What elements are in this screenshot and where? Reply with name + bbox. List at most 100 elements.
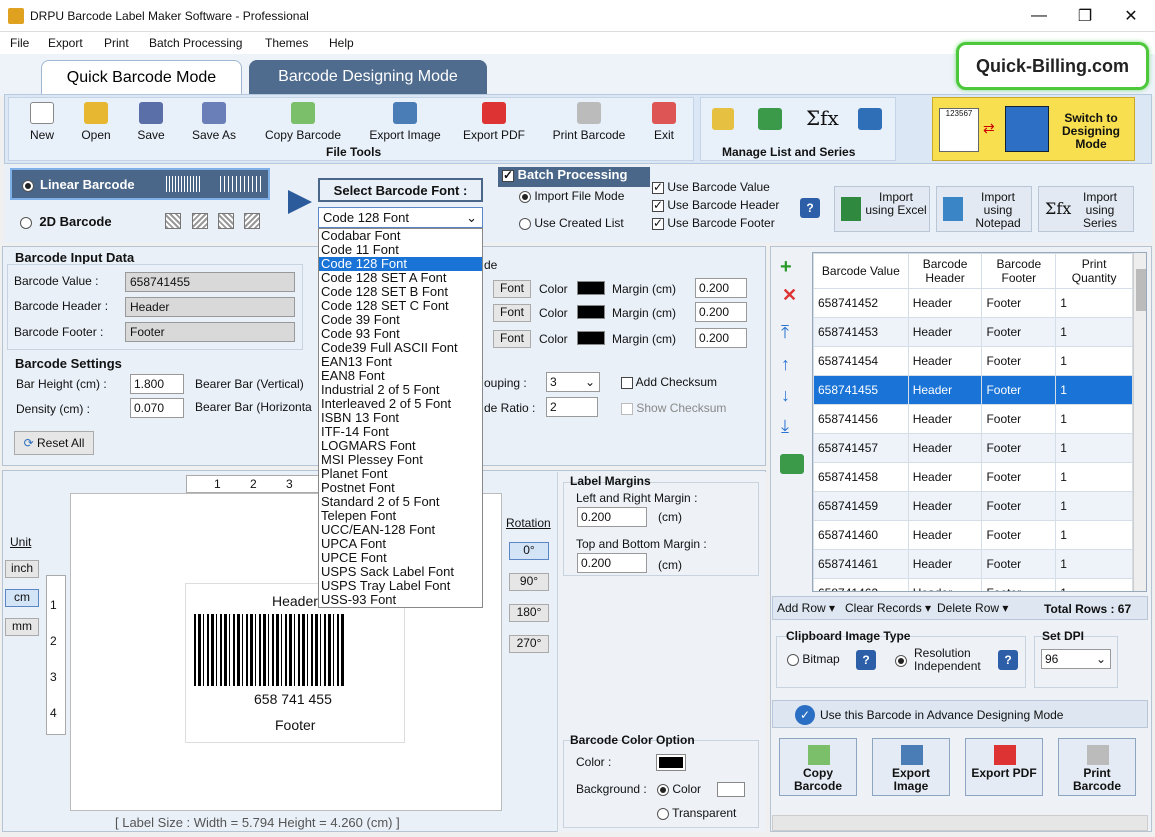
table-cell[interactable]: Footer <box>981 404 1057 434</box>
footer-margin-spinner[interactable]: 0.200 <box>695 328 747 348</box>
font-option[interactable]: Code39 Full ASCII Font <box>319 341 482 355</box>
table-cell[interactable]: Header <box>907 375 983 405</box>
table-cell[interactable]: 658741452 <box>813 288 909 318</box>
tab-quick-barcode-mode[interactable]: Quick Barcode Mode <box>41 60 242 94</box>
save-as-button[interactable]: Save As <box>186 102 242 142</box>
open-button[interactable]: Open <box>74 102 118 142</box>
bitmap-option[interactable]: Bitmap <box>787 652 840 666</box>
bitmap-help-icon[interactable]: ? <box>856 650 876 670</box>
font-option[interactable]: Code 128 SET B Font <box>319 285 482 299</box>
export-pdf-bottom-button[interactable]: Export PDF <box>965 738 1043 796</box>
save-button[interactable]: Save <box>130 102 172 142</box>
font-option[interactable]: UCC/EAN-128 Font <box>319 523 482 537</box>
table-cell[interactable]: Footer <box>981 433 1057 463</box>
table-cell[interactable]: 1 <box>1055 346 1133 376</box>
print-barcode-button[interactable]: Print Barcode <box>546 102 632 142</box>
font-option[interactable]: EAN13 Font <box>319 355 482 369</box>
table-cell[interactable]: 1 <box>1055 433 1133 463</box>
print-barcode-bottom-button[interactable]: Print Barcode <box>1058 738 1136 796</box>
table-cell[interactable]: Footer <box>981 288 1057 318</box>
value-margin-spinner[interactable]: 0.200 <box>695 278 747 298</box>
table-cell[interactable]: 658741454 <box>813 346 909 376</box>
header-font-button[interactable]: Font <box>493 304 531 322</box>
menu-batch-processing[interactable]: Batch Processing <box>149 36 242 50</box>
add-checksum-checkbox[interactable] <box>621 376 633 389</box>
rotation-0-button[interactable]: 0° <box>509 542 549 560</box>
export-list-icon[interactable] <box>780 454 804 474</box>
delete-icon[interactable]: ✕ <box>782 285 797 306</box>
background-color-swatch[interactable] <box>717 782 745 797</box>
header-color-swatch[interactable] <box>577 305 605 319</box>
font-option[interactable]: Standard 2 of 5 Font <box>319 495 482 509</box>
table-cell[interactable]: Header <box>907 549 983 579</box>
font-option[interactable]: ITF-14 Font <box>319 425 482 439</box>
table-row[interactable]: 658741455 Header Footer 1 <box>813 375 1133 405</box>
unit-mm-button[interactable]: mm <box>5 618 39 636</box>
font-option[interactable]: USPS Tray Label Font <box>319 579 482 593</box>
table-row[interactable]: 658741459 Header Footer 1 <box>813 491 1133 521</box>
linear-radio[interactable] <box>22 179 34 192</box>
unit-cm-button[interactable]: cm <box>5 589 39 607</box>
font-option[interactable]: Code 39 Font <box>319 313 482 327</box>
table-cell[interactable]: 658741461 <box>813 549 909 579</box>
barcode-font-list[interactable]: Codabar Font Code 11 Font Code 128 Font Cod… <box>318 228 483 608</box>
table-cell[interactable]: 1 <box>1055 317 1133 347</box>
maximize-button[interactable]: ❐ <box>1062 0 1108 32</box>
table-cell[interactable]: Footer <box>981 317 1057 347</box>
import-file-mode-option[interactable]: Import File Mode <box>519 189 624 203</box>
menu-themes[interactable]: Themes <box>265 36 308 50</box>
switch-designing-mode-button[interactable]: 123567 ⇄ Switch to Designing Mode <box>932 97 1135 161</box>
table-cell[interactable]: Header <box>907 578 983 591</box>
table-cell[interactable]: Footer <box>981 520 1057 550</box>
export-pdf-button[interactable]: Export PDF <box>458 102 530 142</box>
linear-barcode-option[interactable]: Linear Barcode <box>10 168 270 200</box>
help-icon[interactable]: ? <box>800 198 820 218</box>
font-option[interactable]: UPCA Font <box>319 537 482 551</box>
table-cell[interactable]: Footer <box>981 375 1057 405</box>
density-spinner[interactable]: 0.070 <box>130 398 184 418</box>
rotation-90-button[interactable]: 90° <box>509 573 549 591</box>
table-cell[interactable]: 1 <box>1055 578 1133 591</box>
footer-color-swatch[interactable] <box>577 331 605 345</box>
font-option[interactable]: Code 93 Font <box>319 327 482 341</box>
font-option[interactable]: Codabar Font <box>319 229 482 243</box>
barcode-header-field[interactable]: Header <box>125 297 295 317</box>
rotation-180-button[interactable]: 180° <box>509 604 549 622</box>
use-created-list-radio[interactable] <box>519 217 531 230</box>
menu-export[interactable]: Export <box>48 36 83 50</box>
table-cell[interactable]: 1 <box>1055 549 1133 579</box>
ratio-spinner[interactable]: 2 <box>546 397 598 417</box>
table-cell[interactable]: 658741456 <box>813 404 909 434</box>
2d-radio[interactable] <box>20 216 32 229</box>
table-cell[interactable]: Header <box>907 346 983 376</box>
add-checksum-option[interactable]: Add Checksum <box>621 375 717 389</box>
table-cell[interactable]: Header <box>907 317 983 347</box>
use-barcode-footer-option[interactable]: Use Barcode Footer <box>652 216 775 230</box>
export-image-button[interactable]: Export Image <box>362 102 448 142</box>
table-row[interactable]: 658741457 Header Footer 1 <box>813 433 1133 463</box>
font-option[interactable]: USPS Sack Label Font <box>319 565 482 579</box>
table-row[interactable]: 658741461 Header Footer 1 <box>813 549 1133 579</box>
font-option[interactable]: Code 128 SET C Font <box>319 299 482 313</box>
unit-inch-button[interactable]: inch <box>5 560 39 578</box>
barcode-value-field[interactable]: 658741455 <box>125 272 295 292</box>
table-row[interactable]: 658741453 Header Footer 1 <box>813 317 1133 347</box>
font-option[interactable]: Code 128 Font <box>319 257 482 271</box>
add-row-menu[interactable]: Add Row ▾ <box>777 601 835 615</box>
table-cell[interactable]: Header <box>907 433 983 463</box>
background-transparent-option[interactable]: Transparent <box>657 806 736 820</box>
font-option[interactable]: Planet Font <box>319 467 482 481</box>
grouping-dropdown[interactable]: 3 ⌄ <box>546 372 600 392</box>
move-bottom-icon[interactable]: ⤓ <box>781 416 789 437</box>
use-footer-checkbox[interactable] <box>652 216 664 230</box>
table-cell[interactable]: 658741455 <box>813 375 909 405</box>
move-up-icon[interactable]: ↑ <box>781 354 790 375</box>
use-header-checkbox[interactable] <box>652 198 664 212</box>
col-barcode-footer[interactable]: Barcode Footer <box>981 253 1057 289</box>
font-option[interactable]: Postnet Font <box>319 481 482 495</box>
table-cell[interactable]: 658741457 <box>813 433 909 463</box>
table-scrollbar[interactable] <box>1133 253 1146 591</box>
series-fx-icon[interactable]: Σfx <box>806 106 839 130</box>
table-cell[interactable]: Header <box>907 404 983 434</box>
import-series-button[interactable]: Σfx Import using Series <box>1038 186 1134 232</box>
